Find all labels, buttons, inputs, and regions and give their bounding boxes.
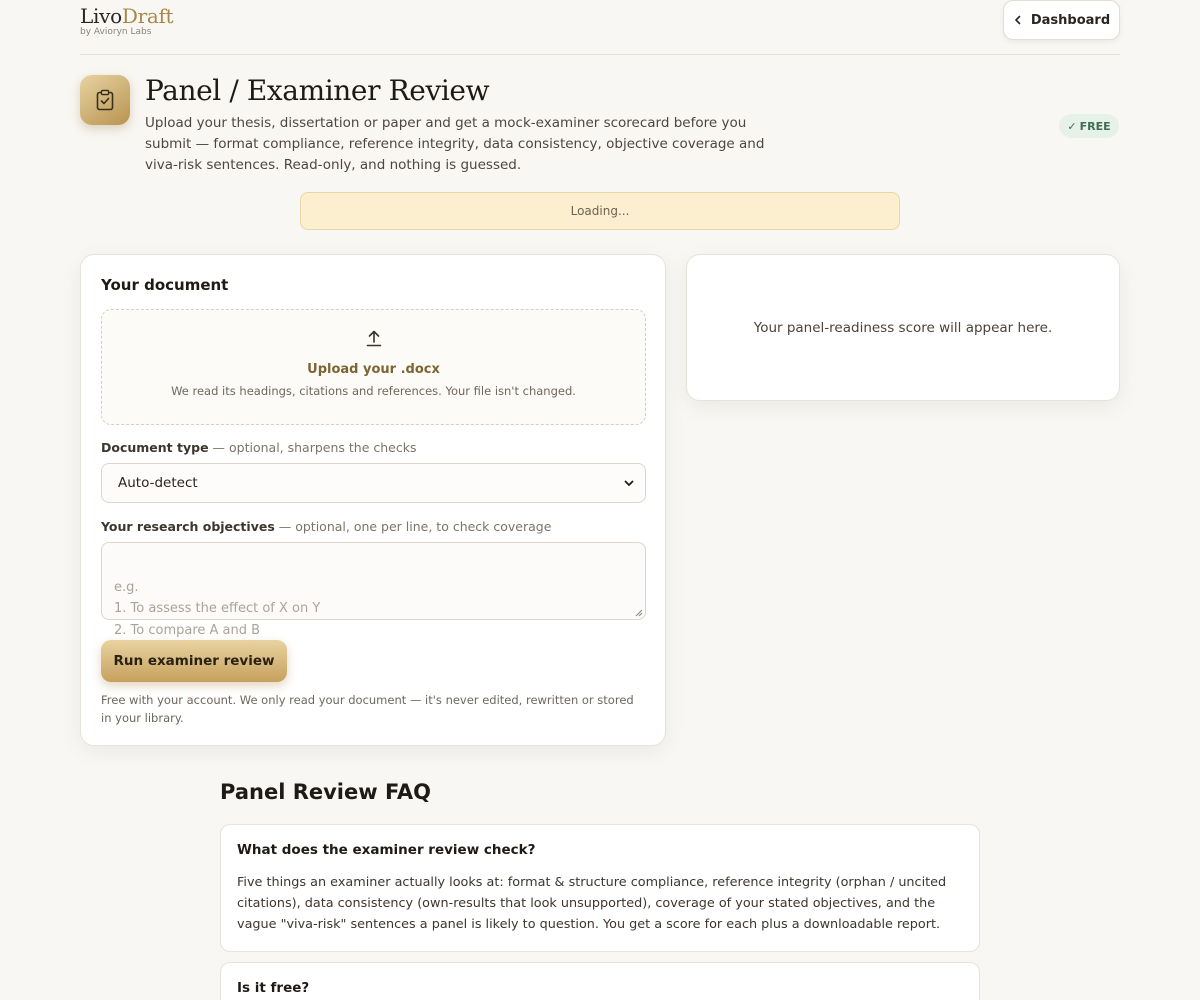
resize-grip-icon[interactable] xyxy=(635,609,643,617)
check-icon: ✓ xyxy=(1067,119,1077,133)
faq-item[interactable]: Is it free? xyxy=(220,962,980,1000)
faq-answer: Five things an examiner actually looks a… xyxy=(237,875,947,932)
faq-question: Is it free? xyxy=(237,980,310,996)
upload-dropzone[interactable]: Upload your .docx We read its headings, … xyxy=(101,309,646,425)
score-placeholder-text: Your panel-readiness score will appear h… xyxy=(753,319,1053,336)
objectives-placeholder: e.g. 1. To assess the effect of X on Y 2… xyxy=(114,579,321,638)
brand-logo[interactable]: LivoDraft by Avioryn Labs xyxy=(80,4,174,37)
clipboard-check-icon xyxy=(96,89,114,111)
document-type-hint: — optional, sharpens the checks xyxy=(208,440,417,455)
loading-status-bar: Loading... xyxy=(300,192,900,230)
score-result-card: Your panel-readiness score will appear h… xyxy=(686,254,1120,401)
objectives-textarea[interactable]: e.g. 1. To assess the effect of X on Y 2… xyxy=(101,542,646,638)
objectives-label: Your research objectives — optional, one… xyxy=(101,519,551,534)
objectives-hint: — optional, one per line, to check cover… xyxy=(274,519,552,534)
page-title: Panel / Examiner Review xyxy=(145,74,490,107)
free-badge: ✓ FREE xyxy=(1059,114,1119,138)
chevron-left-icon xyxy=(1015,15,1021,25)
brand-subtitle: by Avioryn Labs xyxy=(80,27,152,37)
faq-question: What does the examiner review check? xyxy=(237,842,536,858)
dashboard-button-label: Dashboard xyxy=(1030,12,1111,28)
brand-name: LivoDraft xyxy=(80,4,174,28)
dashboard-button[interactable]: Dashboard xyxy=(1003,0,1120,40)
brand-name-part1: Livo xyxy=(80,4,122,28)
document-type-label: Document type — optional, sharpens the c… xyxy=(101,440,416,455)
page-description: Upload your thesis, dissertation or pape… xyxy=(145,115,765,173)
brand-name-part2: Draft xyxy=(121,4,174,28)
faq-item[interactable]: What does the examiner review check? Fiv… xyxy=(220,824,980,952)
objectives-label-text: Your research objectives xyxy=(101,519,275,534)
privacy-footnote: Free with your account. We only read you… xyxy=(101,693,634,725)
chevron-down-icon xyxy=(624,480,634,486)
document-type-select[interactable]: Auto-detect xyxy=(101,463,646,503)
upload-title: Upload your .docx xyxy=(307,362,440,377)
top-bar: LivoDraft by Avioryn Labs Dashboard xyxy=(80,0,1120,55)
document-card-heading: Your document xyxy=(101,276,229,294)
header-icon-tile xyxy=(80,75,130,125)
faq-title: Panel Review FAQ xyxy=(220,780,431,804)
document-type-label-text: Document type xyxy=(101,440,209,455)
upload-subtitle: We read its headings, citations and refe… xyxy=(171,384,576,398)
document-type-selected: Auto-detect xyxy=(118,475,198,491)
free-badge-label: FREE xyxy=(1079,119,1111,133)
upload-arrow-icon xyxy=(366,330,382,347)
run-examiner-review-button[interactable]: Run examiner review xyxy=(101,640,287,682)
document-card: Your document Upload your .docx We read … xyxy=(80,254,666,746)
